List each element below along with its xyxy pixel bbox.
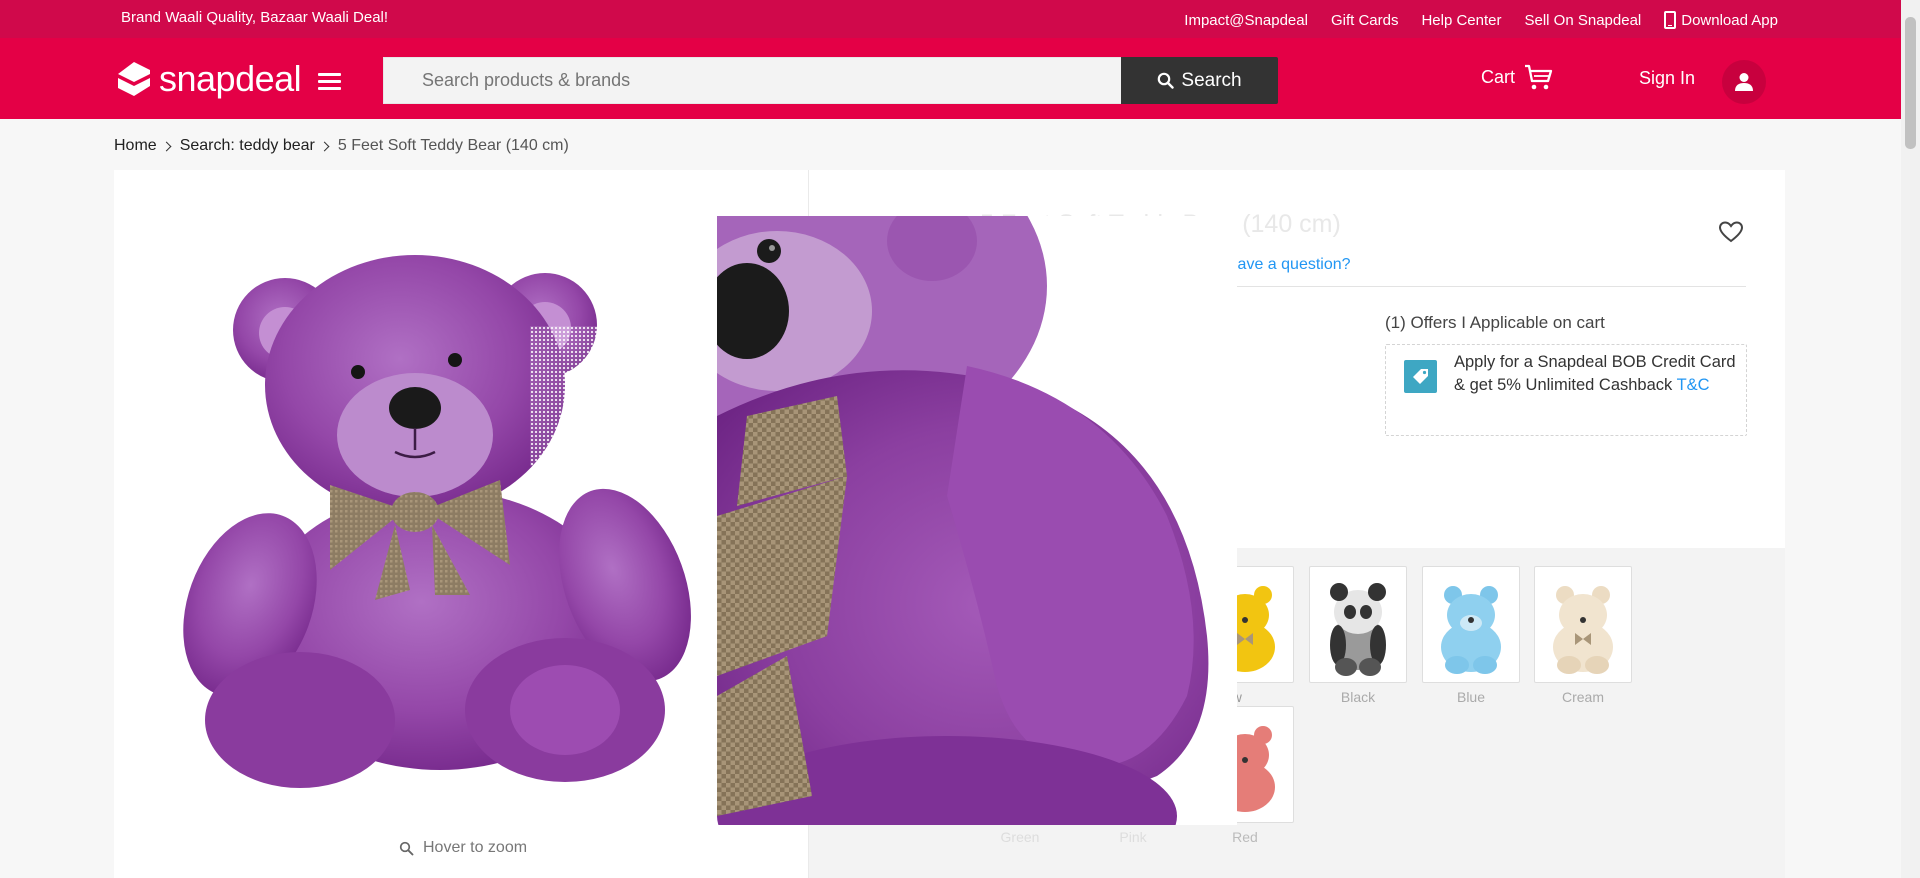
- offer-description: Apply for a Snapdeal BOB Credit Card & g…: [1454, 351, 1742, 397]
- breadcrumb: Home Search: teddy bear 5 Feet Soft Tedd…: [114, 137, 569, 155]
- swatch-label-red: Red: [1232, 829, 1258, 845]
- breadcrumb-search[interactable]: Search: teddy bear: [180, 137, 315, 155]
- swatch-label-pink: Pink: [1119, 829, 1147, 845]
- magnifier-icon: [399, 841, 414, 855]
- snapdeal-logo-icon: [118, 62, 150, 96]
- zoom-preview-pane: [717, 216, 1237, 825]
- product-main-image[interactable]: [170, 240, 710, 800]
- have-question-text: Have a question?: [1226, 256, 1351, 273]
- cart-icon: [1525, 64, 1553, 90]
- scrollbar-thumb[interactable]: [1905, 17, 1916, 149]
- zoom-lens: [530, 326, 683, 466]
- download-app-link[interactable]: Download App: [1664, 11, 1778, 29]
- breadcrumb-home[interactable]: Home: [114, 137, 157, 155]
- hover-to-zoom-hint: Hover to zoom: [399, 839, 527, 857]
- zoomed-bear-image: [717, 216, 1237, 825]
- sign-in-link[interactable]: Sign In: [1639, 68, 1695, 89]
- person-icon: [1735, 73, 1753, 91]
- download-app-label: Download App: [1681, 12, 1778, 29]
- sell-on-snapdeal-link[interactable]: Sell On Snapdeal: [1525, 12, 1642, 29]
- breadcrumb-current: 5 Feet Soft Teddy Bear (140 cm): [337, 137, 569, 154]
- chevron-right-icon: [319, 141, 330, 151]
- help-center-link[interactable]: Help Center: [1421, 12, 1501, 29]
- swatch-label-blue: Blue: [1456, 689, 1486, 705]
- have-question-link[interactable]: Have a question?: [1226, 256, 1351, 274]
- swatch-blue[interactable]: [1422, 566, 1520, 683]
- tagline: Brand Waali Quality, Bazaar Waali Deal!: [121, 9, 389, 26]
- offers-heading: (1) Offers I Applicable on cart: [1385, 313, 1605, 332]
- swatch-label-green: Green: [1000, 829, 1040, 845]
- terms-link[interactable]: T&C: [1677, 376, 1710, 394]
- phone-icon: [1664, 11, 1677, 29]
- chevron-right-icon: [161, 141, 172, 151]
- menu-hamburger-icon[interactable]: [318, 73, 341, 90]
- search-input[interactable]: [383, 57, 1122, 104]
- swatch-cream-image: [1553, 586, 1613, 674]
- user-avatar-icon[interactable]: [1722, 60, 1766, 104]
- swatch-black[interactable]: [1309, 566, 1407, 683]
- search-button-label: Search: [1181, 69, 1242, 91]
- gift-cards-link[interactable]: Gift Cards: [1331, 12, 1399, 29]
- search-button[interactable]: Search: [1121, 57, 1278, 104]
- impact-link[interactable]: Impact@Snapdeal: [1184, 12, 1308, 29]
- cart-button[interactable]: Cart: [1481, 62, 1553, 92]
- wishlist-heart-icon[interactable]: [1718, 220, 1744, 244]
- swatch-label-cream: Cream: [1561, 689, 1604, 705]
- logo-text: snapdeal: [159, 58, 302, 99]
- swatch-cream[interactable]: [1534, 566, 1632, 683]
- cart-label: Cart: [1481, 66, 1516, 87]
- search-icon: [1158, 72, 1175, 89]
- top-strip: Brand Waali Quality, Bazaar Waali Deal! …: [0, 0, 1901, 38]
- offer-tag-icon: [1404, 360, 1437, 393]
- snapdeal-logo[interactable]: snapdeal: [115, 58, 302, 99]
- page-scrollbar[interactable]: [1901, 0, 1920, 878]
- swatch-blue-image: [1441, 586, 1501, 674]
- top-links: Impact@Snapdeal Gift Cards Help Center S…: [1184, 11, 1778, 29]
- main-header: snapdeal Search Cart Sign In: [0, 38, 1901, 119]
- hover-to-zoom-text: Hover to zoom: [423, 839, 528, 856]
- swatch-label-black: Black: [1340, 689, 1376, 705]
- offer-card: Apply for a Snapdeal BOB Credit Card & g…: [1385, 344, 1747, 436]
- swatch-black-image: [1330, 583, 1386, 676]
